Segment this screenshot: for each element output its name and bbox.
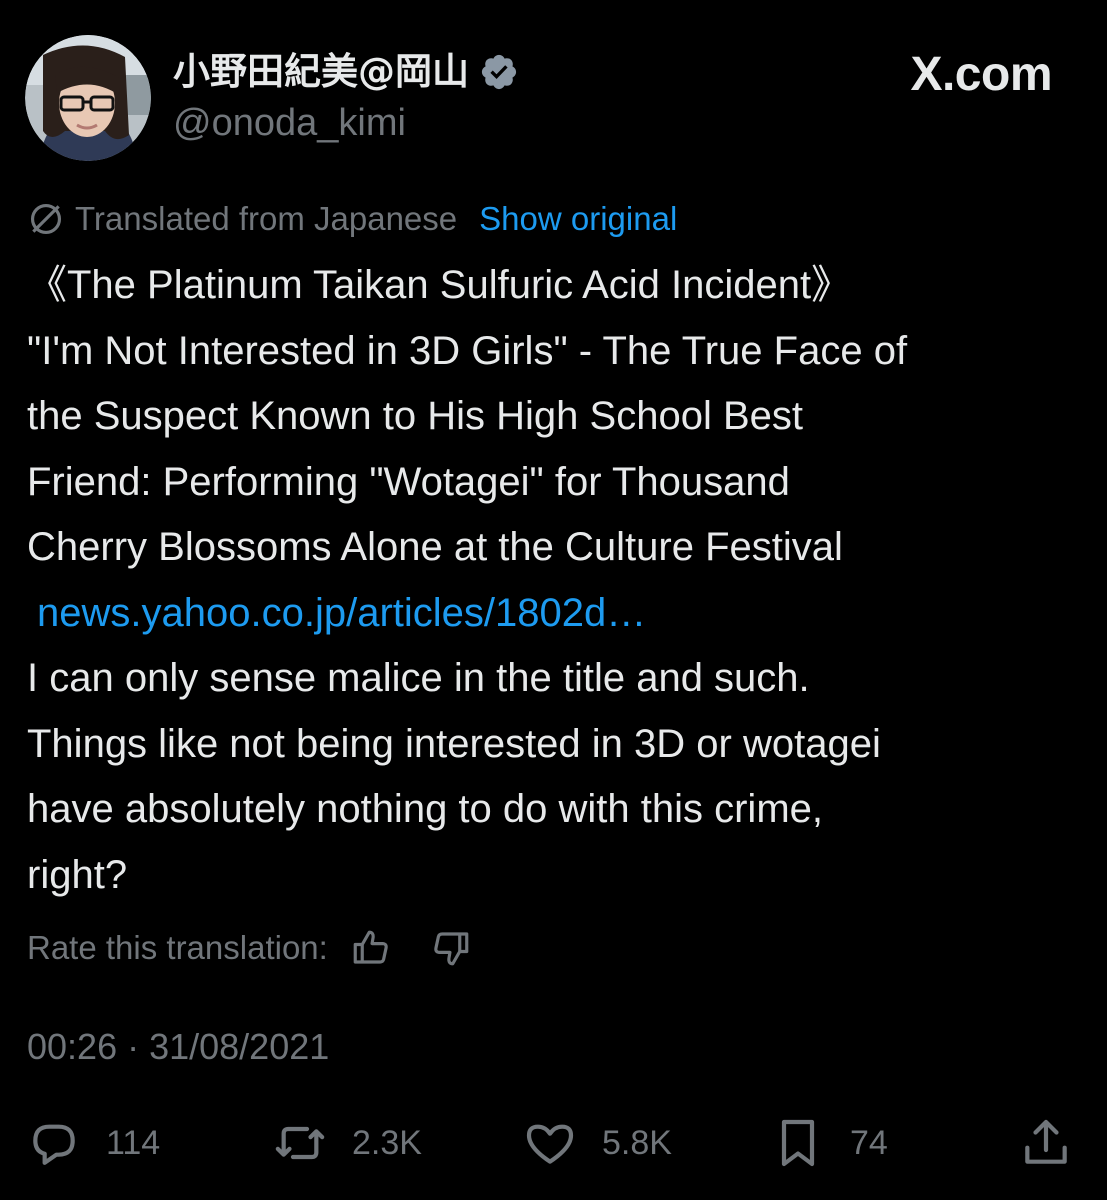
reply-button[interactable]: 114 bbox=[26, 1115, 160, 1171]
brand-logo: X.com bbox=[910, 47, 1052, 103]
tweet-line: 《The Platinum Taikan Sulfuric Acid Incid… bbox=[27, 263, 852, 307]
repost-icon bbox=[275, 1126, 325, 1160]
like-count: 5.8K bbox=[602, 1124, 672, 1162]
share-icon bbox=[1025, 1119, 1067, 1164]
reply-count: 114 bbox=[106, 1124, 161, 1162]
show-original-link[interactable]: Show original bbox=[479, 197, 677, 241]
tweet-line: the Suspect Known to His High School Bes… bbox=[27, 394, 803, 438]
tweet-text: 《The Platinum Taikan Sulfuric Acid Incid… bbox=[27, 253, 1087, 908]
verified-badge-icon bbox=[481, 54, 517, 90]
thumbs-up-icon[interactable] bbox=[350, 927, 392, 969]
share-button[interactable] bbox=[1018, 1115, 1074, 1171]
author-display-name[interactable]: 小野田紀美@岡山 bbox=[173, 50, 469, 94]
tweet-comment-line: right? bbox=[27, 852, 128, 897]
tweet-actions: 114 2.3K 5.8K 74 bbox=[0, 1115, 1107, 1175]
tweet-line: Friend: Performing "Wotagei" for Thousan… bbox=[27, 459, 790, 504]
reply-icon bbox=[33, 1124, 75, 1165]
author-name-row[interactable]: 小野田紀美@岡山 bbox=[173, 50, 519, 94]
translation-label: Translated from Japanese bbox=[75, 200, 458, 237]
tweet-comment-line: Things like not being interested in 3D o… bbox=[27, 721, 881, 766]
author-handle[interactable]: @onoda_kimi bbox=[173, 101, 406, 145]
bookmark-count: 74 bbox=[850, 1124, 888, 1162]
avatar[interactable] bbox=[25, 35, 151, 161]
like-button[interactable]: 5.8K bbox=[522, 1115, 672, 1171]
bookmark-button[interactable]: 74 bbox=[770, 1115, 888, 1171]
brand-text: X.com bbox=[910, 48, 1052, 101]
repost-button[interactable]: 2.3K bbox=[272, 1115, 422, 1171]
bookmark-icon bbox=[781, 1119, 815, 1167]
rate-translation-label: Rate this translation: bbox=[27, 929, 328, 966]
article-link[interactable]: news.yahoo.co.jp/articles/1802d… bbox=[27, 581, 1087, 647]
repost-count: 2.3K bbox=[352, 1124, 422, 1162]
heart-icon bbox=[526, 1124, 574, 1164]
thumbs-down-icon[interactable] bbox=[430, 927, 472, 969]
tweet-comment-line: I can only sense malice in the title and… bbox=[27, 656, 810, 700]
tweet-line: "I'm Not Interested in 3D Girls" - The T… bbox=[27, 328, 908, 373]
tweet-comment-line: have absolutely nothing to do with this … bbox=[27, 787, 823, 831]
tweet-timestamp[interactable]: 00:26 · 31/08/2021 bbox=[27, 1024, 329, 1070]
tweet-line: Cherry Blossoms Alone at the Culture Fes… bbox=[27, 525, 843, 569]
rate-translation-row: Rate this translation: bbox=[27, 925, 472, 971]
translation-notice: Translated from Japanese Show original bbox=[27, 197, 677, 241]
globe-slash-icon bbox=[30, 203, 62, 235]
